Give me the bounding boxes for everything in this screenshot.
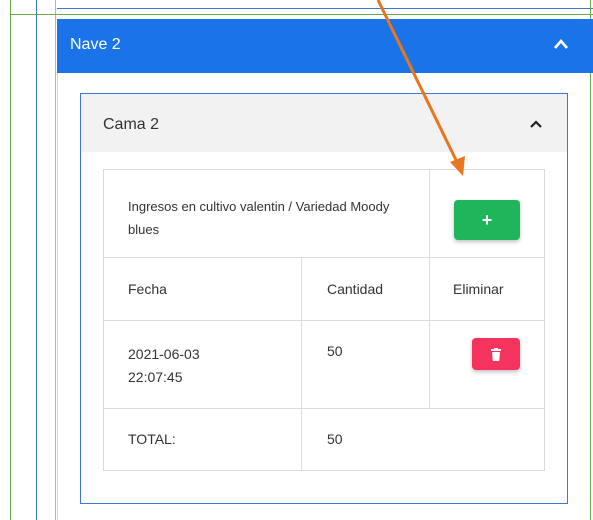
annotation-arrow: [376, 0, 465, 176]
